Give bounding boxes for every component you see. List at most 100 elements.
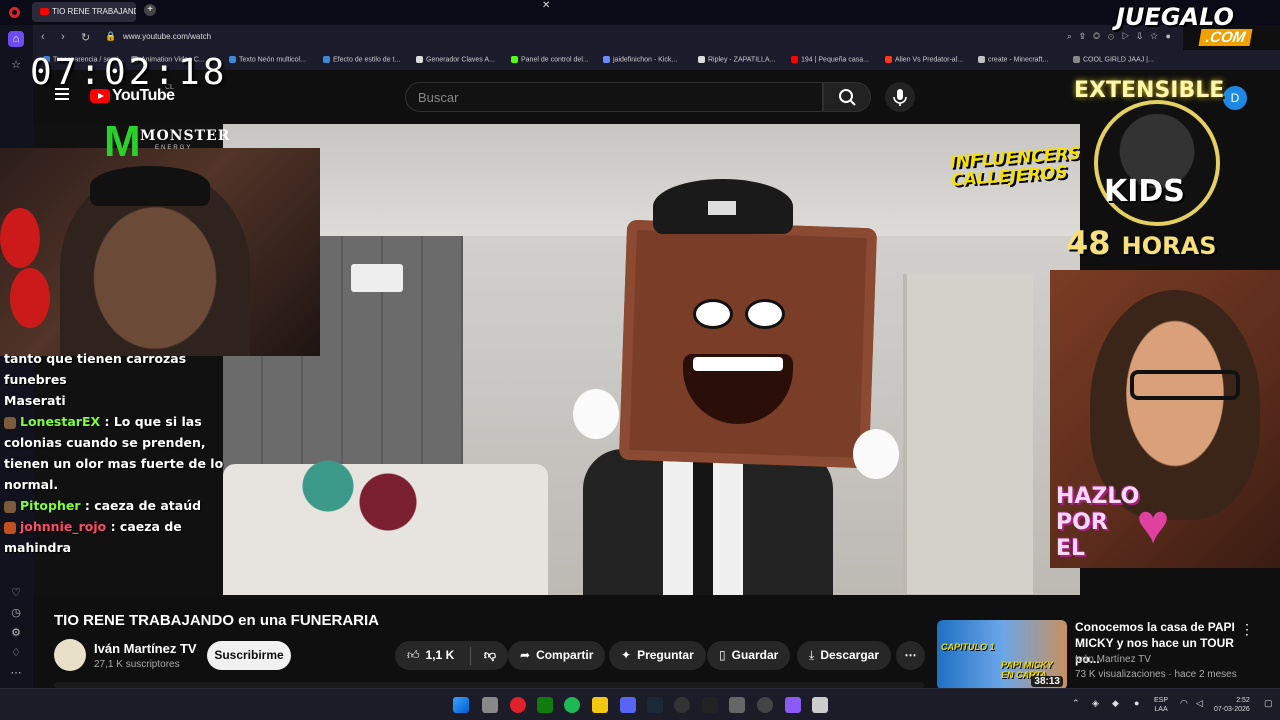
- search-button[interactable]: [823, 82, 871, 112]
- bookmark-item[interactable]: Panel de control del...: [511, 56, 589, 63]
- bookmark-item[interactable]: 194 | Pequeña casa...: [791, 56, 869, 63]
- download-icon: ⤓: [809, 648, 815, 662]
- opera-logo-icon[interactable]: [9, 7, 20, 18]
- subscribe-button[interactable]: Suscribirme: [207, 641, 291, 670]
- video-bags: [283, 454, 433, 534]
- video-door: [903, 274, 1033, 594]
- tray-chevron-icon[interactable]: ⌃: [1072, 698, 1080, 709]
- app-icon[interactable]: [812, 697, 828, 713]
- video-title: TIO RENE TRABAJANDO en una FUNERARIA: [54, 612, 380, 629]
- logo-text: .COM: [1198, 29, 1253, 46]
- bookmark-item[interactable]: Efecto de estilo de t...: [323, 56, 400, 63]
- tray-app-icon[interactable]: ●: [1134, 698, 1139, 708]
- search-box: [405, 82, 823, 112]
- recommendation-thumbnail[interactable]: CAPITULO 1 PAPI MICKY EN CARTA 38:13: [937, 620, 1067, 690]
- steam-app-icon[interactable]: [647, 697, 663, 713]
- tray-app-icon[interactable]: ◆: [1112, 698, 1119, 709]
- download-button[interactable]: ⤓ Descargar: [797, 641, 892, 670]
- search-input[interactable]: [406, 83, 796, 111]
- microphone-icon: [893, 89, 907, 106]
- history-icon[interactable]: ◷: [8, 605, 24, 621]
- mascot-tie: [693, 459, 713, 595]
- capcut-app-icon[interactable]: [702, 697, 718, 713]
- home-icon[interactable]: ⌂: [8, 31, 24, 47]
- dislike-button[interactable]: 👎︎: [484, 648, 496, 662]
- windows-start-icon[interactable]: [453, 697, 469, 713]
- more-icon[interactable]: ⋯: [8, 665, 24, 681]
- new-tab-button[interactable]: +: [144, 4, 156, 16]
- file-explorer-icon[interactable]: [592, 697, 608, 713]
- spotify-app-icon[interactable]: [564, 697, 580, 713]
- notification-icon[interactable]: ▢: [1264, 698, 1273, 709]
- logo-text: KIDS: [1104, 174, 1185, 209]
- logo-text: JUEGALO: [1116, 3, 1234, 31]
- language-indicator[interactable]: ESP LAA: [1154, 696, 1168, 714]
- save-label: Guardar: [731, 648, 779, 662]
- reload-icon[interactable]: ↻: [81, 31, 90, 44]
- heart-icon[interactable]: ♡: [8, 585, 24, 601]
- more-actions-button[interactable]: ⋯: [896, 641, 925, 670]
- save-button[interactable]: ▯ Guardar: [707, 641, 791, 670]
- channel-name[interactable]: Iván Martínez TV: [94, 641, 197, 656]
- recommendation-channel[interactable]: Iván Martínez TV: [1075, 654, 1151, 665]
- lang-text: LAA: [1154, 706, 1168, 713]
- voice-search-button[interactable]: [885, 82, 915, 112]
- youtube-favicon-icon: [40, 8, 49, 16]
- minecraft-app-icon[interactable]: [729, 697, 745, 713]
- sparkle-icon: ✦: [621, 648, 632, 662]
- chat-message: LonestarEX : Lo que si las colonias cuan…: [4, 414, 224, 492]
- tray-app-icon[interactable]: ◈: [1092, 698, 1099, 709]
- mascot-eye: [693, 299, 733, 329]
- mascot-hand: [853, 429, 899, 479]
- video-duration: 38:13: [1031, 676, 1063, 687]
- chat-message: Maserati: [4, 393, 66, 408]
- ask-label: Preguntar: [637, 648, 694, 662]
- pin-icon[interactable]: ☆: [8, 57, 24, 73]
- xbox-app-icon[interactable]: [537, 697, 553, 713]
- bookmark-item[interactable]: Alien Vs Predator-al...: [885, 56, 963, 63]
- wifi-icon[interactable]: ◠: [1180, 698, 1188, 709]
- share-label: Compartir: [536, 648, 594, 662]
- chat-message: johnnie_rojo : caeza de mahindra: [4, 519, 182, 555]
- video-ac-unit: [351, 264, 403, 292]
- discord-app-icon[interactable]: [620, 697, 636, 713]
- extensible-kids-logo: EXTENSIBLE KIDS 48 HORAS: [1062, 76, 1280, 266]
- app-icon[interactable]: [785, 697, 801, 713]
- back-icon[interactable]: ‹: [41, 31, 45, 43]
- volume-icon[interactable]: ◁: [1196, 698, 1203, 709]
- settings-icon[interactable]: ⚙: [8, 625, 24, 641]
- forward-icon[interactable]: ›: [61, 31, 65, 43]
- opera-app-icon[interactable]: [510, 697, 526, 713]
- like-button[interactable]: 👍︎ 1,1 K 👎︎: [395, 641, 509, 670]
- kebab-menu-icon[interactable]: ⋮: [1240, 621, 1254, 638]
- app-icon[interactable]: [757, 697, 773, 713]
- bookmark-item[interactable]: create - Minecraft...: [978, 56, 1048, 63]
- bookmark-item[interactable]: COOL GIRLD JAAJ |...: [1073, 56, 1154, 63]
- bulb-icon[interactable]: ♢: [8, 645, 24, 661]
- share-button[interactable]: ➦ Compartir: [508, 641, 606, 670]
- avatar-glasses: [1130, 370, 1240, 400]
- browser-tab[interactable]: TIO RENE TRABAJANDO: [32, 2, 136, 22]
- bookmark-item[interactable]: Ripley - ZAPATILLA...: [698, 56, 775, 63]
- system-clock[interactable]: 2:52 07-03-2026: [1214, 696, 1250, 714]
- ask-button[interactable]: ✦ Preguntar: [609, 641, 706, 670]
- task-view-icon[interactable]: [482, 697, 498, 713]
- chat-badge-icon: [4, 416, 16, 429]
- chat-username: Pitopher: [20, 498, 81, 513]
- logo-text: MONSTER: [140, 128, 231, 144]
- tab-title: TIO RENE TRABAJANDO: [52, 7, 136, 16]
- bookmark-item[interactable]: jaidefinichon - Kick...: [603, 56, 677, 63]
- mouse-cursor-icon: ✕: [542, 0, 551, 11]
- share-icon: ➦: [520, 648, 531, 662]
- url-field[interactable]: www.youtube.com/watch: [123, 32, 211, 41]
- channel-avatar[interactable]: [54, 639, 86, 671]
- windows-taskbar: ⌃ ◈ ◆ ● ESP LAA ◠ ◁ 2:52 07-03-2026 ▢: [0, 688, 1280, 720]
- bookmark-item[interactable]: Texto Neón multicol...: [229, 56, 306, 63]
- obs-app-icon[interactable]: [674, 697, 690, 713]
- bookmark-item[interactable]: Generador Claves A...: [416, 56, 495, 63]
- bookmark-icon: ▯: [719, 648, 726, 662]
- more-icon: ⋯: [904, 648, 917, 662]
- browser-tab-bar: TIO RENE TRABAJANDO + ✕: [0, 0, 1280, 25]
- logo-text: ENERGY: [155, 145, 193, 151]
- heart-icon: ♥: [1136, 492, 1170, 555]
